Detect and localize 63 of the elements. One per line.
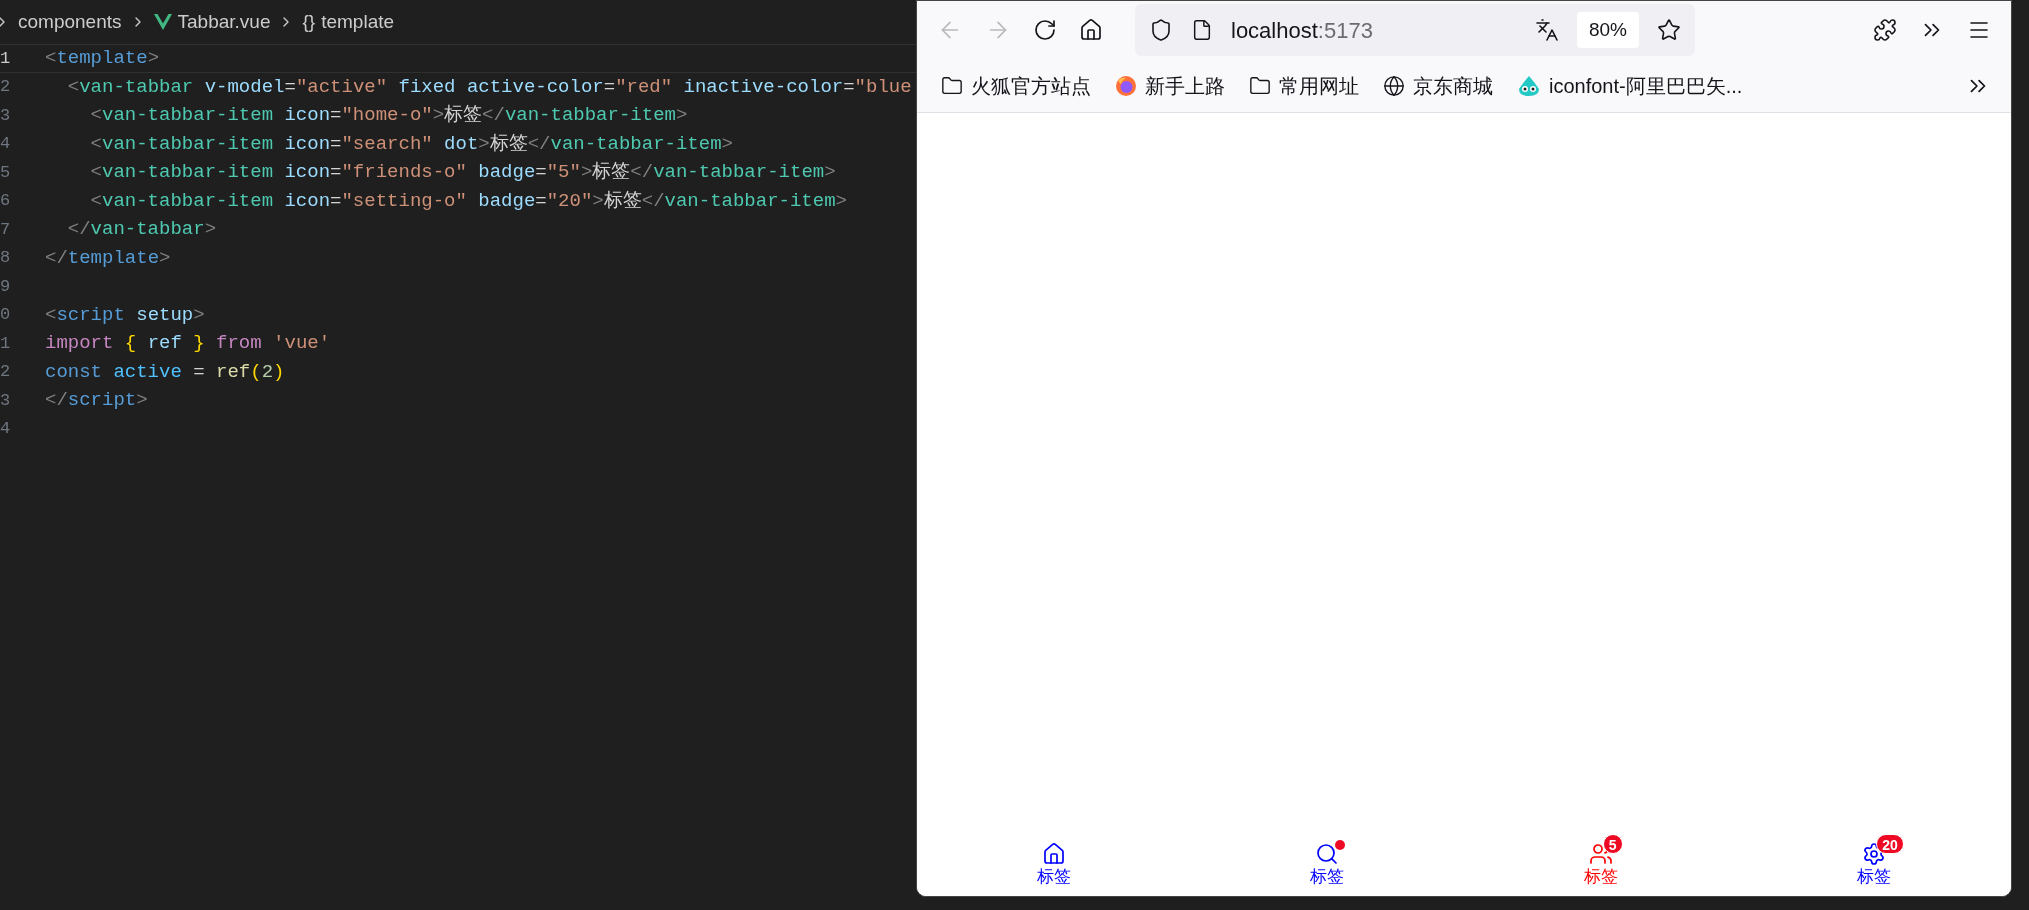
breadcrumb-item[interactable]: Tabbar.vue <box>177 7 271 37</box>
search-icon <box>1315 842 1340 866</box>
tab-item[interactable]: 5 标签 <box>1464 834 1738 896</box>
bookmark-item[interactable]: 新手上路 <box>1115 70 1225 101</box>
count-badge: 5 <box>1602 834 1623 854</box>
code-line: <van-tabbar-item icon="setting-o" badge="20">标签</van-tabbar-item> <box>89 188 847 214</box>
line-number: 1 <box>0 49 12 67</box>
page-icon <box>1191 19 1213 41</box>
code-line: </template> <box>45 245 171 271</box>
address-bar[interactable]: localhost:5173 80% <box>1135 4 1695 56</box>
line-number: 2 <box>0 363 12 381</box>
vue-logo-icon <box>153 14 172 30</box>
line-number: 3 <box>0 391 12 409</box>
line-number: 4 <box>0 135 12 153</box>
line-number: 0 <box>0 306 12 324</box>
code-line: <template> <box>45 46 160 72</box>
url-text: localhost:5173 <box>1231 16 1373 45</box>
symbol-icon: {} <box>302 7 316 37</box>
count-badge: 20 <box>1876 834 1904 854</box>
line-number: 8 <box>0 249 12 267</box>
tab-item[interactable]: 标签 <box>1190 834 1464 896</box>
breadcrumb-item[interactable]: components <box>18 7 122 37</box>
tab-label: 标签 <box>1583 866 1618 888</box>
line-number: 4 <box>0 420 12 438</box>
star-icon[interactable] <box>1657 18 1681 42</box>
translate-icon[interactable] <box>1534 18 1559 42</box>
tab-label: 标签 <box>1857 866 1892 888</box>
fox-logo-icon <box>1115 74 1137 97</box>
code-line: import { ref } from 'vue' <box>45 331 331 357</box>
code-line: <script setup> <box>45 302 205 328</box>
code-line: </script> <box>45 388 148 414</box>
line-number: 7 <box>0 220 12 238</box>
chameleon-logo-icon <box>1517 74 1541 97</box>
bookmark-item[interactable]: 京东商城 <box>1383 70 1493 101</box>
globe-icon <box>1383 74 1405 97</box>
folder-icon <box>941 74 963 97</box>
puzzle-icon[interactable] <box>1873 18 1897 42</box>
bookmark-item[interactable]: 常用网址 <box>1249 70 1359 101</box>
home-icon[interactable] <box>1079 18 1103 42</box>
breadcrumb-item[interactable]: template <box>321 7 395 37</box>
code-line: <van-tabbar v-model="active" fixed active-color="red" inactive-color="blue <box>66 74 912 100</box>
line-number: 3 <box>0 106 12 124</box>
folder-icon <box>1249 74 1271 97</box>
line-number: 6 <box>0 192 12 210</box>
code-line: <van-tabbar-item icon="home-o">标签</van-tabbar-item> <box>89 103 688 129</box>
line-number: 5 <box>0 163 12 181</box>
tab-item[interactable]: 20 标签 <box>1737 834 2011 896</box>
line-number: 2 <box>0 78 12 96</box>
tab-item[interactable]: 标签 <box>917 834 1191 896</box>
code-line: </van-tabbar> <box>66 217 217 243</box>
code-line: const active = ref(2) <box>45 359 285 385</box>
home-icon <box>1041 842 1066 866</box>
bookmark-item[interactable]: 火狐官方站点 <box>941 70 1091 101</box>
line-number: 9 <box>0 277 12 295</box>
line-number: 1 <box>0 334 12 352</box>
code-line: <van-tabbar-item icon="friends-o" badge="5">标签</van-tabbar-item> <box>89 160 836 186</box>
tab-label: 标签 <box>1036 866 1071 888</box>
tab-label: 标签 <box>1310 866 1345 888</box>
code-line: <van-tabbar-item icon="search" dot>标签</van-tabbar-item> <box>89 131 733 157</box>
shield-icon <box>1149 18 1173 42</box>
zoom-level[interactable]: 80% <box>1576 11 1639 49</box>
bookmark-item[interactable]: iconfont-阿里巴巴矢... <box>1517 70 1743 101</box>
reload-icon[interactable] <box>1033 18 1057 42</box>
